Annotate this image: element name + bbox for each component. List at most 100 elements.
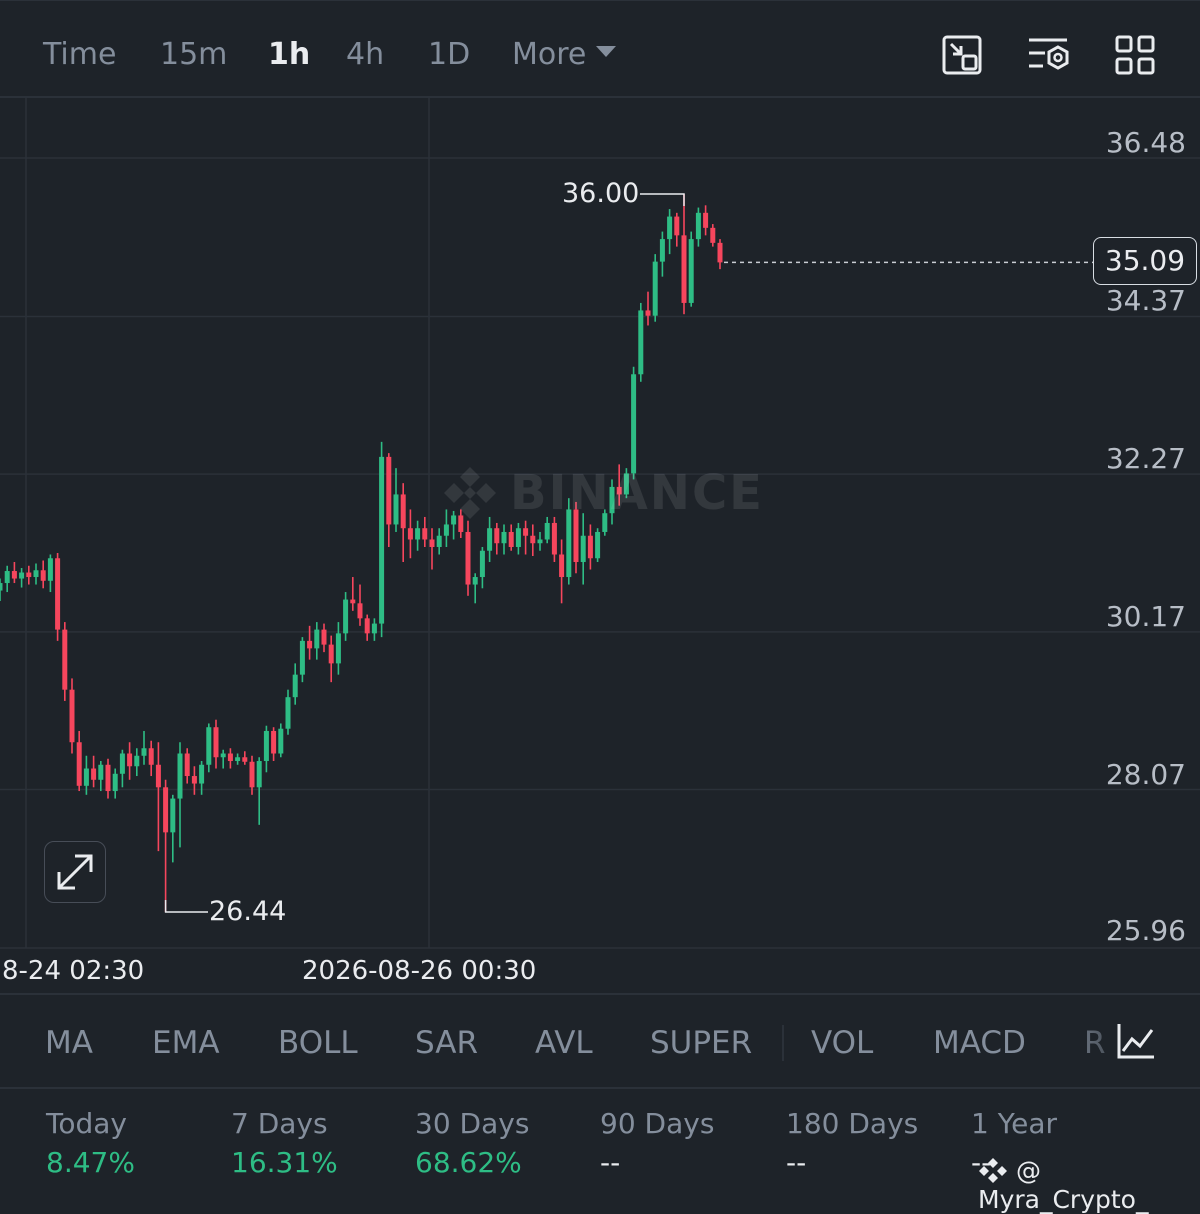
indicator-settings-icon[interactable]: [1116, 1022, 1156, 1060]
candle-body: [235, 757, 241, 762]
candle-body: [285, 697, 291, 729]
candle: [220, 749, 226, 769]
candle-body: [695, 212, 701, 240]
chart-settings-icon[interactable]: [1027, 35, 1071, 75]
candle: [688, 231, 694, 307]
candle-body: [33, 570, 39, 578]
candle-body: [62, 629, 68, 690]
layout-grid-icon[interactable]: [1115, 35, 1155, 75]
candle: [609, 479, 615, 525]
candle: [623, 468, 629, 499]
candle-body: [487, 528, 493, 551]
candle: [19, 568, 25, 588]
indicator-macd[interactable]: MACD: [933, 1025, 1026, 1061]
time-axis-label: 2026-08-26 00:30: [302, 956, 537, 986]
perf-label: 1 Year: [971, 1107, 1057, 1140]
candle: [472, 573, 478, 604]
candle: [393, 468, 399, 532]
candle-body: [191, 776, 197, 784]
expand-arrows-icon: [57, 854, 93, 890]
candle: [415, 520, 421, 551]
candle: [148, 740, 154, 777]
candle: [242, 751, 248, 765]
candle: [0, 578, 3, 602]
candle: [566, 498, 572, 585]
candle-body: [494, 528, 500, 544]
perf-value: 16.31%: [231, 1146, 338, 1179]
candle: [292, 663, 298, 705]
candle: [537, 531, 543, 551]
candle-body: [105, 764, 111, 792]
candle-body: [537, 539, 543, 544]
candle-body: [119, 753, 125, 774]
candle: [69, 678, 75, 754]
indicator-sar[interactable]: SAR: [415, 1025, 478, 1061]
indicator-super[interactable]: SUPER: [650, 1025, 752, 1061]
candle: [299, 637, 305, 683]
candle-body: [465, 531, 471, 585]
candle: [587, 524, 593, 570]
perf-label: 30 Days: [415, 1107, 530, 1140]
interval-more-label: More: [512, 37, 587, 72]
candle: [436, 528, 442, 555]
candle-body: [4, 571, 10, 584]
candle-body: [710, 227, 716, 243]
candle-body: [148, 748, 154, 765]
candle-body: [343, 599, 349, 634]
candle: [127, 742, 133, 780]
candle-body: [393, 494, 399, 525]
screen-mode-icon[interactable]: [942, 35, 982, 75]
candle-body: [83, 768, 89, 786]
indicator-vol[interactable]: VOL: [811, 1025, 873, 1061]
author-credit: @ Myra_Crypto_: [978, 1156, 1200, 1214]
candle: [177, 742, 183, 848]
perf-label: 7 Days: [231, 1107, 328, 1140]
interval-1h[interactable]: 1h: [268, 37, 310, 72]
candle-body: [595, 531, 601, 559]
candle-body: [314, 629, 320, 649]
candle: [523, 520, 529, 555]
perf-value: --: [786, 1146, 807, 1179]
candle: [357, 584, 363, 626]
candle-body: [321, 629, 327, 645]
candlestick-chart[interactable]: BINANCE 36.48 34.37 32.27 30.17 28.07 25…: [0, 98, 1200, 993]
interval-4h[interactable]: 4h: [346, 37, 384, 72]
interval-more-dropdown[interactable]: More: [512, 37, 617, 72]
candle-body: [40, 570, 46, 581]
candle: [213, 719, 219, 769]
candle-body: [436, 535, 442, 547]
candle-body: [559, 554, 565, 578]
interval-toolbar: Time 15m 1h 4h 1D More: [0, 0, 1200, 98]
interval-1d[interactable]: 1D: [428, 37, 470, 72]
chart-canvas[interactable]: [0, 98, 1200, 993]
candle: [206, 723, 212, 773]
indicator-ma[interactable]: MA: [45, 1025, 93, 1061]
candle-body: [184, 753, 190, 777]
candle-body: [155, 764, 161, 788]
candle-body: [141, 748, 147, 756]
time-axis-label: 8-24 02:30: [2, 956, 145, 986]
candle: [710, 224, 716, 247]
candle-body: [515, 528, 521, 547]
candle: [256, 757, 262, 825]
candle: [681, 194, 687, 315]
candle-body: [508, 531, 514, 547]
candle-body: [523, 528, 529, 536]
indicator-ema[interactable]: EMA: [152, 1025, 220, 1061]
candle-body: [263, 730, 269, 762]
candle-body: [674, 216, 680, 236]
candle-body: [134, 755, 140, 767]
candle-body: [112, 773, 118, 792]
candle: [26, 565, 32, 585]
indicator-avl[interactable]: AVL: [535, 1025, 593, 1061]
candle: [422, 516, 428, 547]
fullscreen-button[interactable]: [44, 841, 106, 903]
interval-15m[interactable]: 15m: [160, 37, 227, 72]
candle: [227, 748, 233, 769]
perf-label: Today: [46, 1107, 127, 1140]
interval-time[interactable]: Time: [43, 37, 116, 72]
candle-body: [602, 513, 608, 532]
candle: [659, 231, 665, 277]
candle-body: [357, 603, 363, 619]
indicator-boll[interactable]: BOLL: [278, 1025, 358, 1061]
